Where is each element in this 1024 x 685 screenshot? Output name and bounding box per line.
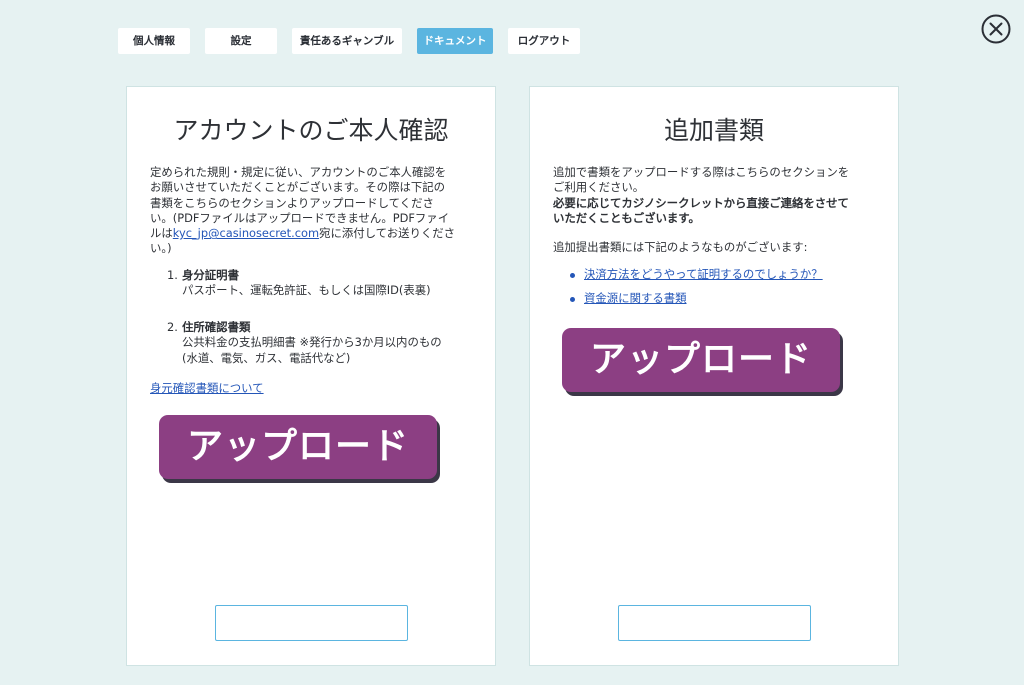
close-button[interactable] xyxy=(981,14,1011,44)
card-title: 追加書類 xyxy=(663,116,764,145)
list-intro: 追加提出書類には下記のようなものがございます: xyxy=(553,240,808,254)
upload-button[interactable]: アップロード xyxy=(159,415,437,479)
additional-documents-card: 追加書類 追加で書類をアップロードする際はこちらのセクションを ご利用ください。… xyxy=(529,86,899,666)
intro-text: 定められた規則・規定に従い、アカウントのご本人確認を お願いさせていただくことが… xyxy=(150,165,456,256)
email-link[interactable]: kyc_jp@casinosecret.com xyxy=(173,226,319,240)
list-item: 住所確認書類 公共料金の支払明細書 ※発行から3か月以内のもの (水道、電気、ガ… xyxy=(182,320,442,365)
bullet-icon xyxy=(570,273,575,278)
file-input-box[interactable] xyxy=(215,605,408,641)
bullet-icon xyxy=(570,297,575,302)
list-item: 身分証明書 パスポート、運転免許証、もしくは国際ID(表裏) xyxy=(182,268,431,298)
id-documents-link[interactable]: 身元確認書類について xyxy=(150,381,264,396)
identity-verification-card: アカウントのご本人確認 定められた規則・規定に従い、アカウントのご本人確認を お… xyxy=(126,86,496,666)
file-input-box[interactable] xyxy=(618,605,811,641)
intro-text: 追加で書類をアップロードする際はこちらのセクションを ご利用ください。 必要に応… xyxy=(553,165,850,225)
tab-responsible-gambling[interactable]: 責任あるギャンブル xyxy=(292,28,402,54)
tab-logout[interactable]: ログアウト xyxy=(508,28,580,54)
list-number: 2. xyxy=(167,320,178,334)
card-title: アカウントのご本人確認 xyxy=(173,116,449,145)
circle-x-icon xyxy=(981,14,1011,44)
tab-documents[interactable]: ドキュメント xyxy=(417,28,493,54)
payment-proof-link[interactable]: 決済方法をどうやって証明するのでしょうか？ xyxy=(584,267,823,282)
list-number: 1. xyxy=(167,268,178,282)
tab-settings[interactable]: 設定 xyxy=(205,28,277,54)
tab-personal-info[interactable]: 個人情報 xyxy=(118,28,190,54)
upload-button[interactable]: アップロード xyxy=(562,328,840,392)
source-of-funds-link[interactable]: 資金源に関する書類 xyxy=(584,291,687,306)
